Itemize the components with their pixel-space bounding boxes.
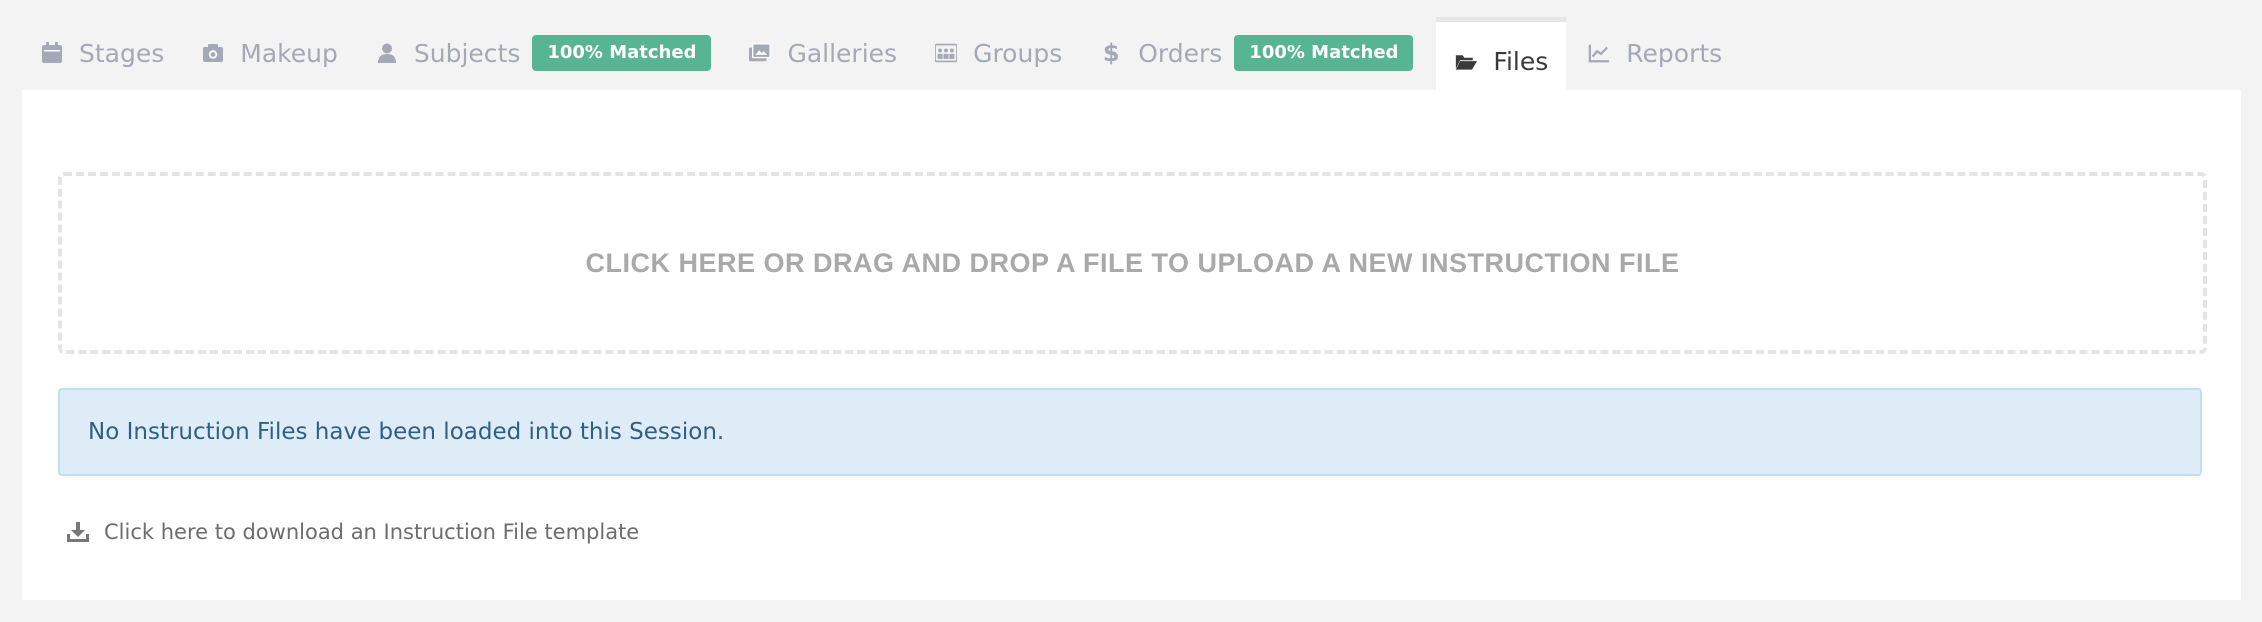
- tab-label: Makeup: [240, 38, 338, 68]
- upload-dropzone[interactable]: CLICK HERE OR DRAG AND DROP A FILE TO UP…: [58, 172, 2207, 354]
- info-alert: No Instruction Files have been loaded in…: [58, 388, 2202, 476]
- tab-files[interactable]: Files: [1436, 17, 1567, 91]
- tab-makeup[interactable]: Makeup: [183, 16, 357, 90]
- tab-label: Orders: [1138, 38, 1223, 68]
- tab-label: Galleries: [787, 38, 898, 68]
- tab-galleries[interactable]: Galleries: [730, 16, 916, 90]
- tab-label: Subjects: [413, 38, 521, 68]
- tab-label: Stages: [79, 38, 165, 68]
- tab-orders[interactable]: $ Orders 100% Matched: [1081, 16, 1432, 90]
- download-template-text: Click here to download an Instruction Fi…: [104, 520, 640, 544]
- user-icon: [376, 42, 398, 64]
- image-icon: [749, 42, 772, 64]
- dollar-icon: $: [1102, 39, 1120, 67]
- download-icon: [66, 520, 90, 544]
- download-template-link[interactable]: Click here to download an Instruction Fi…: [66, 520, 639, 544]
- group-icon: [935, 42, 958, 64]
- tab-subjects[interactable]: Subjects 100% Matched: [357, 16, 731, 90]
- tab-label: Groups: [973, 38, 1063, 68]
- tab-groups[interactable]: Groups: [916, 16, 1081, 90]
- upload-instructions: CLICK HERE OR DRAG AND DROP A FILE TO UP…: [585, 247, 1680, 278]
- calendar-icon: [41, 42, 63, 64]
- chart-line-icon: [1588, 42, 1610, 64]
- tab-bar: Stages Makeup Subjects 100% Matched Gall…: [22, 16, 1741, 91]
- camera-icon: [202, 42, 224, 64]
- folder-open-icon: [1455, 41, 1478, 73]
- tab-label: Reports: [1626, 38, 1723, 68]
- alert-message: No Instruction Files have been loaded in…: [88, 419, 725, 445]
- tab-reports[interactable]: Reports: [1569, 16, 1741, 90]
- subjects-match-badge: 100% Matched: [532, 35, 712, 71]
- files-panel: CLICK HERE OR DRAG AND DROP A FILE TO UP…: [22, 90, 2241, 600]
- tab-label: Files: [1493, 47, 1549, 76]
- tab-stages[interactable]: Stages: [22, 16, 183, 90]
- orders-match-badge: 100% Matched: [1234, 35, 1414, 71]
